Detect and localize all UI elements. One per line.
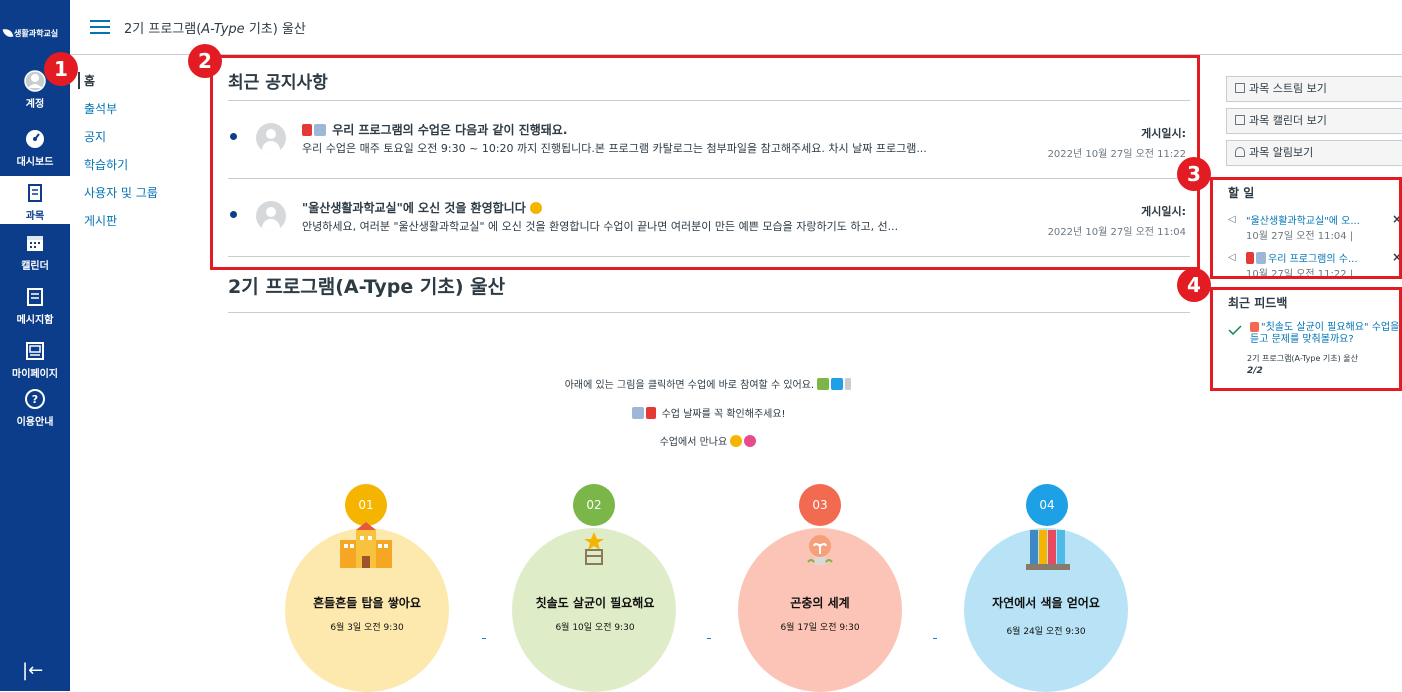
dashboard-gauge-icon <box>26 130 44 148</box>
svg-text:?: ? <box>32 393 38 406</box>
session-number: 03 <box>799 484 841 526</box>
annotation-badge: 1 <box>44 52 78 86</box>
logo-text: 생활과학교실 <box>14 28 59 38</box>
course-nav-home[interactable]: 홈 <box>78 72 194 89</box>
course-stream-label: 과목 스트림 보기 <box>1249 82 1327 95</box>
intro-line-3: 수업에서 만나요 <box>228 433 1190 448</box>
course-calendar-button[interactable]: 과목 캘린더 보기 <box>1226 108 1402 134</box>
session-title: 칫솔도 살균이 필요해요 <box>535 596 655 610</box>
breadcrumb-italic: A-Type <box>201 22 245 37</box>
session-number: 01 <box>345 484 387 526</box>
picture-emoji-icon <box>817 378 830 390</box>
session-separator <box>482 638 486 639</box>
session-number: 04 <box>1026 484 1068 526</box>
nav-mypage-label: 마이페이지 <box>12 369 58 380</box>
collapse-nav-icon[interactable]: |← <box>22 660 43 681</box>
calendar-icon <box>1235 115 1245 125</box>
nav-mypage[interactable]: 마이페이지 <box>0 340 70 380</box>
nav-dashboard-label: 대시보드 <box>16 157 54 168</box>
nav-dashboard[interactable]: 대시보드 <box>0 128 70 168</box>
stream-chart-icon <box>1235 83 1245 93</box>
course-nav-announcements[interactable]: 공지 <box>84 128 194 145</box>
school-building-icon <box>340 522 392 568</box>
inbox-icon <box>27 288 43 306</box>
nav-help-label: 이용안내 <box>16 417 54 428</box>
nav-inbox[interactable]: 메시지함 <box>0 286 70 326</box>
hamburger-menu-icon[interactable] <box>90 20 110 34</box>
breadcrumb-suffix: 기초) 울산 <box>244 22 306 37</box>
breadcrumb-prefix: 2기 프로그램( <box>124 22 202 37</box>
lightbulb-sprout-icon <box>807 535 833 565</box>
intro-line-1-text: 아래에 있는 그림을 클릭하면 수업에 바로 참여할 수 있어요. <box>564 380 815 391</box>
breadcrumb[interactable]: 2기 프로그램(A-Type 기초) 울산 <box>124 18 306 37</box>
intro-line-3-text: 수업에서 만나요 <box>659 437 728 448</box>
course-nav-attendance[interactable]: 출석부 <box>84 100 194 117</box>
session-date: 6월 10일 오전 9:30 <box>555 623 635 633</box>
annotation-badge: 3 <box>1177 157 1211 191</box>
nav-calendar-label: 캘린더 <box>21 261 49 272</box>
intro-line-1: 아래에 있는 그림을 클릭하면 수업에 바로 참여할 수 있어요. <box>228 376 1190 391</box>
right-sidebar: 과목 스트림 보기 과목 캘린더 보기 과목 알림보기 <box>1226 76 1402 172</box>
session-separator <box>707 638 711 639</box>
session-title: 흔들흔들 탑을 쌓아요 <box>313 596 421 610</box>
highlight-box-todo <box>1210 177 1402 279</box>
session-date: 6월 3일 오전 9:30 <box>330 623 404 633</box>
course-notifications-button[interactable]: 과목 알림보기 <box>1226 140 1402 166</box>
mouse-emoji-icon <box>845 378 852 390</box>
leaf-logo-icon <box>2 26 14 40</box>
session-title: 곤충의 세계 <box>790 596 850 610</box>
courses-book-icon <box>28 184 42 202</box>
logo[interactable]: 생활과학교실 <box>2 24 66 42</box>
mypage-icon <box>26 342 44 360</box>
session-date: 6월 24일 오전 9:30 <box>1006 627 1086 637</box>
course-nav-people[interactable]: 사용자 및 그룹 <box>84 184 194 201</box>
course-nav: 홈 출석부 공지 학습하기 사용자 및 그룹 게시판 <box>78 72 194 240</box>
session-separator <box>933 638 937 639</box>
highlight-box-announcements <box>210 55 1200 270</box>
course-calendar-label: 과목 캘린더 보기 <box>1249 114 1327 127</box>
smile-emoji-icon <box>730 435 743 447</box>
paint-tubes-icon <box>1026 530 1070 570</box>
flower-emoji-icon <box>744 435 757 447</box>
megaphone-emoji-icon <box>646 407 657 419</box>
highlight-box-feedback <box>1210 287 1402 391</box>
session-date: 6월 17일 오전 9:30 <box>780 623 860 633</box>
calendar-emoji-icon <box>632 407 645 419</box>
course-nav-board[interactable]: 게시판 <box>84 212 194 229</box>
nav-courses[interactable]: 과목 <box>0 176 70 224</box>
help-question-icon: ? <box>25 389 45 409</box>
account-avatar-icon <box>24 70 46 92</box>
annotation-badge: 4 <box>1177 268 1211 302</box>
computer-emoji-icon <box>831 378 844 390</box>
course-nav-learning[interactable]: 학습하기 <box>84 156 194 173</box>
nav-help[interactable]: ? 이용안내 <box>0 388 70 428</box>
course-heading: 2기 프로그램(A-Type 기초) 울산 <box>228 276 506 298</box>
calendar-icon <box>27 236 43 251</box>
nav-inbox-label: 메시지함 <box>16 315 54 326</box>
divider <box>228 312 1190 313</box>
intro-line-2: 수업 날짜를 꼭 확인해주세요! <box>228 405 1190 420</box>
session-number: 02 <box>573 484 615 526</box>
toothbrush-cup-icon <box>584 532 604 565</box>
nav-account-label: 계정 <box>25 99 45 110</box>
global-nav: 생활과학교실 계정 대시보드 과목 캘린더 메시지함 마이페이지 ? 이용안내 … <box>0 0 70 691</box>
session-title: 자연에서 색을 얻어요 <box>992 596 1100 610</box>
annotation-badge: 2 <box>188 44 222 78</box>
course-notifications-label: 과목 알림보기 <box>1249 146 1314 159</box>
top-bar: 2기 프로그램(A-Type 기초) 울산 <box>70 0 1402 55</box>
nav-calendar[interactable]: 캘린더 <box>0 232 70 272</box>
course-stream-button[interactable]: 과목 스트림 보기 <box>1226 76 1402 102</box>
bell-icon <box>1235 147 1245 157</box>
nav-courses-label: 과목 <box>25 211 45 222</box>
intro-line-2-text: 수업 날짜를 꼭 확인해주세요! <box>661 409 786 420</box>
